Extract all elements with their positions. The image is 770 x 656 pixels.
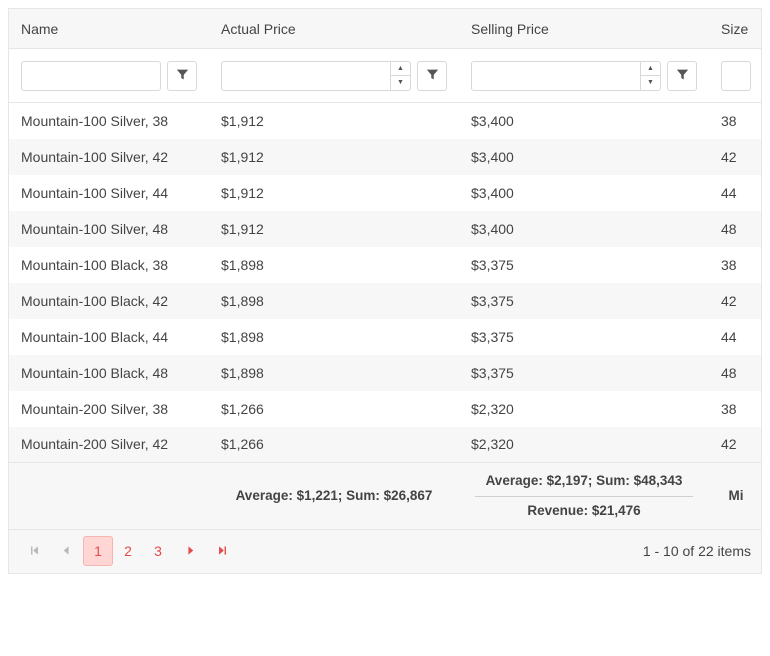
spinner-down-icon[interactable]: ▼: [641, 76, 660, 90]
spinner-up-icon[interactable]: ▲: [641, 62, 660, 77]
cell-actual: $1,912: [209, 103, 459, 139]
table-row[interactable]: Mountain-100 Black, 44$1,898$3,37544: [9, 319, 762, 355]
cell-size: 38: [709, 391, 762, 427]
seek-last-icon: [217, 543, 228, 559]
aggregate-actual: Average: $1,221; Sum: $26,867: [209, 463, 459, 529]
cell-actual: $1,266: [209, 391, 459, 427]
cell-name: Mountain-100 Black, 38: [9, 247, 209, 283]
table-row[interactable]: Mountain-200 Silver, 38$1,266$2,32038: [9, 391, 762, 427]
pager-prev-button[interactable]: [51, 536, 81, 566]
column-header-name[interactable]: Name: [9, 9, 209, 49]
pager-page-2[interactable]: 2: [113, 536, 143, 566]
filter-icon: [176, 68, 189, 84]
grid-body: Mountain-100 Silver, 38$1,912$3,40038Mou…: [9, 103, 762, 463]
pager-last-button[interactable]: [207, 536, 237, 566]
cell-name: Mountain-200 Silver, 42: [9, 427, 209, 463]
cell-actual: $1,912: [209, 211, 459, 247]
cell-size: 44: [709, 319, 762, 355]
cell-size: 38: [709, 103, 762, 139]
seek-first-icon: [29, 543, 40, 559]
chevron-left-icon: [61, 543, 72, 559]
column-header-actual[interactable]: Actual Price: [209, 9, 459, 49]
table-row[interactable]: Mountain-100 Silver, 42$1,912$3,40042: [9, 139, 762, 175]
cell-size: 44: [709, 175, 762, 211]
aggregate-row: Average: $1,221; Sum: $26,867 Average: $…: [9, 463, 762, 529]
table-row[interactable]: Mountain-100 Silver, 44$1,912$3,40044: [9, 175, 762, 211]
filter-numeric-selling: ▲ ▼: [471, 61, 661, 91]
cell-name: Mountain-100 Black, 48: [9, 355, 209, 391]
cell-selling: $3,400: [459, 139, 709, 175]
cell-name: Mountain-100 Silver, 44: [9, 175, 209, 211]
cell-selling: $3,375: [459, 283, 709, 319]
data-grid: Name Actual Price Selling Price Size: [8, 8, 762, 574]
cell-name: Mountain-200 Silver, 38: [9, 391, 209, 427]
spinner-up-icon[interactable]: ▲: [391, 62, 410, 77]
column-header-size[interactable]: Size: [709, 9, 762, 49]
cell-size: 38: [709, 247, 762, 283]
spinner-actual: ▲ ▼: [390, 62, 410, 90]
filter-button-name[interactable]: [167, 61, 197, 91]
column-header-row: Name Actual Price Selling Price Size: [9, 9, 762, 49]
filter-input-size[interactable]: [721, 61, 751, 91]
aggregate-size: Mi: [709, 463, 762, 529]
cell-size: 42: [709, 139, 762, 175]
table-row[interactable]: Mountain-100 Silver, 38$1,912$3,40038: [9, 103, 762, 139]
filter-button-selling[interactable]: [667, 61, 697, 91]
pager: 123 1 - 10 of 22 items: [9, 529, 761, 573]
cell-selling: $2,320: [459, 391, 709, 427]
filter-input-name[interactable]: [21, 61, 161, 91]
cell-actual: $1,898: [209, 247, 459, 283]
cell-size: 42: [709, 283, 762, 319]
spinner-selling: ▲ ▼: [640, 62, 660, 90]
pager-info: 1 - 10 of 22 items: [643, 543, 751, 559]
cell-selling: $3,375: [459, 355, 709, 391]
pager-next-button[interactable]: [175, 536, 205, 566]
cell-name: Mountain-100 Silver, 38: [9, 103, 209, 139]
filter-input-selling[interactable]: [472, 68, 640, 83]
cell-actual: $1,898: [209, 283, 459, 319]
cell-selling: $3,400: [459, 211, 709, 247]
spinner-down-icon[interactable]: ▼: [391, 76, 410, 90]
filter-button-actual[interactable]: [417, 61, 447, 91]
table-row[interactable]: Mountain-100 Black, 48$1,898$3,37548: [9, 355, 762, 391]
cell-size: 48: [709, 211, 762, 247]
pager-page-1[interactable]: 1: [83, 536, 113, 566]
table-row[interactable]: Mountain-100 Black, 38$1,898$3,37538: [9, 247, 762, 283]
cell-actual: $1,912: [209, 139, 459, 175]
cell-selling: $3,375: [459, 247, 709, 283]
pager-first-button[interactable]: [19, 536, 49, 566]
cell-name: Mountain-100 Silver, 42: [9, 139, 209, 175]
cell-actual: $1,898: [209, 319, 459, 355]
cell-selling: $3,375: [459, 319, 709, 355]
cell-actual: $1,912: [209, 175, 459, 211]
pager-page-3[interactable]: 3: [143, 536, 173, 566]
aggregate-selling-revenue: Revenue: $21,476: [475, 503, 693, 518]
chevron-right-icon: [185, 543, 196, 559]
cell-selling: $3,400: [459, 103, 709, 139]
column-header-selling[interactable]: Selling Price: [459, 9, 709, 49]
cell-actual: $1,898: [209, 355, 459, 391]
cell-selling: $2,320: [459, 427, 709, 463]
cell-name: Mountain-100 Black, 44: [9, 319, 209, 355]
cell-selling: $3,400: [459, 175, 709, 211]
table-row[interactable]: Mountain-100 Silver, 48$1,912$3,40048: [9, 211, 762, 247]
table-row[interactable]: Mountain-100 Black, 42$1,898$3,37542: [9, 283, 762, 319]
aggregate-selling: Average: $2,197; Sum: $48,343 Revenue: $…: [459, 463, 709, 529]
grid-table: Name Actual Price Selling Price Size: [9, 8, 762, 529]
cell-actual: $1,266: [209, 427, 459, 463]
cell-name: Mountain-100 Silver, 48: [9, 211, 209, 247]
filter-icon: [426, 68, 439, 84]
aggregate-selling-avg-sum: Average: $2,197; Sum: $48,343: [475, 473, 693, 497]
cell-name: Mountain-100 Black, 42: [9, 283, 209, 319]
cell-size: 42: [709, 427, 762, 463]
filter-input-actual[interactable]: [222, 68, 390, 83]
filter-row: ▲ ▼: [9, 49, 762, 103]
filter-icon: [676, 68, 689, 84]
cell-size: 48: [709, 355, 762, 391]
filter-numeric-actual: ▲ ▼: [221, 61, 411, 91]
table-row[interactable]: Mountain-200 Silver, 42$1,266$2,32042: [9, 427, 762, 463]
